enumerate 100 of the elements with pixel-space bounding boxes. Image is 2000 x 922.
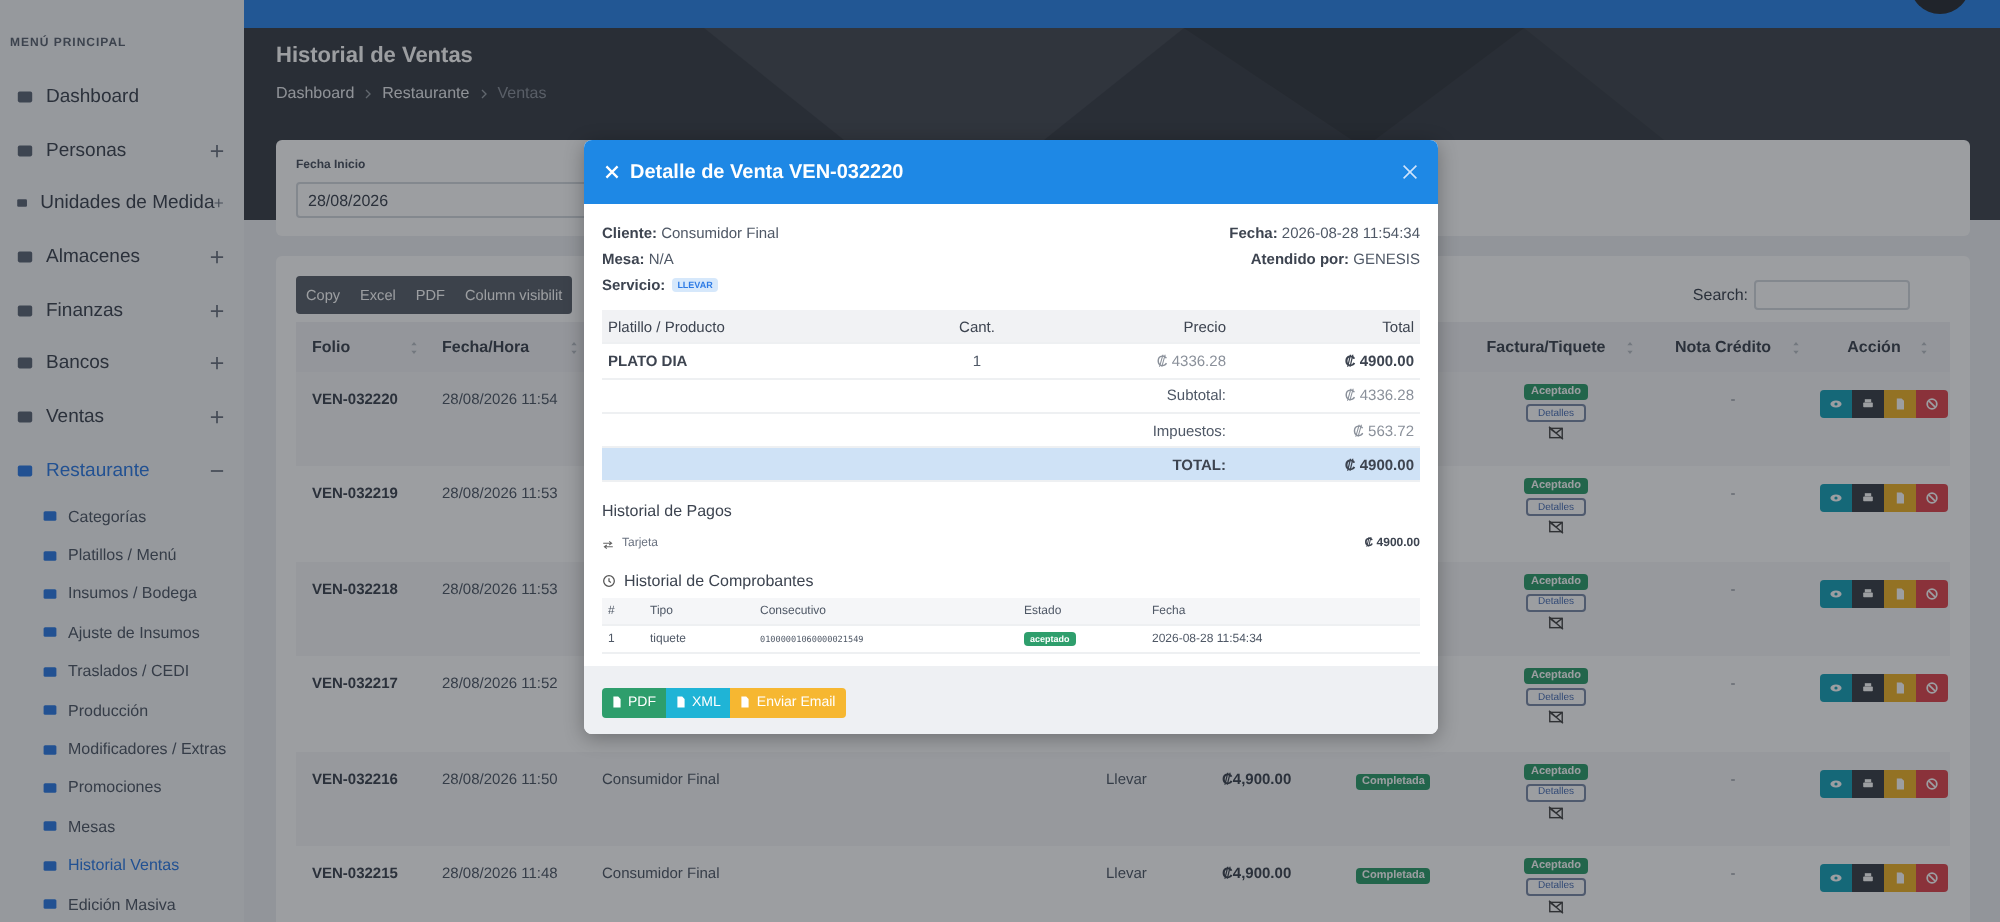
square-icon bbox=[42, 702, 58, 719]
document-icon bbox=[1892, 680, 1908, 697]
print-button[interactable] bbox=[1852, 863, 1884, 892]
sidebar-item[interactable]: Almacenes bbox=[0, 230, 244, 284]
plus-icon[interactable] bbox=[210, 249, 224, 264]
close-icon[interactable] bbox=[1402, 164, 1418, 180]
printer-icon bbox=[1860, 585, 1876, 602]
square-icon bbox=[42, 663, 58, 680]
envelope-slash-icon[interactable] bbox=[1548, 805, 1564, 820]
cancel-button[interactable] bbox=[1916, 484, 1948, 513]
dialog-title: Detalle de Venta VEN-032220 bbox=[630, 161, 906, 183]
submenu-item[interactable]: Platillos / Menú bbox=[0, 535, 244, 575]
envelope-slash-icon[interactable] bbox=[1548, 520, 1564, 535]
square-icon bbox=[16, 194, 29, 213]
document-icon bbox=[1892, 585, 1908, 602]
column-header[interactable]: Factura/Tiquete bbox=[1486, 338, 1606, 356]
chevron-icon bbox=[479, 87, 488, 99]
eye-icon bbox=[1828, 680, 1844, 697]
envelope-slash-icon[interactable] bbox=[1548, 615, 1564, 630]
sidebar-item[interactable]: Restaurante bbox=[0, 443, 244, 497]
submenu-item[interactable]: Edición Masiva bbox=[0, 884, 244, 922]
square-icon bbox=[42, 741, 58, 758]
printer-icon bbox=[1860, 680, 1876, 697]
view-button[interactable] bbox=[1820, 863, 1852, 892]
document-icon bbox=[740, 696, 751, 709]
sidebar-item[interactable]: Finanzas bbox=[0, 283, 244, 337]
cancel-button[interactable] bbox=[1916, 769, 1948, 798]
square-icon bbox=[16, 87, 34, 106]
envelope-slash-icon[interactable] bbox=[1548, 899, 1564, 914]
view-button[interactable] bbox=[1820, 579, 1852, 608]
avatar-icon[interactable] bbox=[1910, 0, 1970, 16]
column-header[interactable]: Folio bbox=[312, 338, 351, 356]
print-button[interactable] bbox=[1852, 769, 1884, 798]
submenu-item[interactable]: Traslados / CEDI bbox=[0, 652, 244, 691]
ban-icon bbox=[1924, 490, 1940, 507]
square-icon bbox=[42, 508, 58, 525]
square-icon bbox=[42, 547, 58, 564]
plus-icon[interactable] bbox=[214, 196, 224, 211]
cancel-button[interactable] bbox=[1916, 863, 1948, 892]
cancel-button[interactable] bbox=[1916, 674, 1948, 703]
square-icon bbox=[42, 585, 58, 602]
printer-icon bbox=[1860, 396, 1876, 412]
cancel-button[interactable] bbox=[1916, 390, 1948, 418]
print-button[interactable] bbox=[1852, 390, 1884, 418]
page-title: Historial de Ventas bbox=[276, 44, 475, 68]
submenu-item[interactable]: Historial Ventas bbox=[0, 846, 244, 885]
document-icon bbox=[1892, 869, 1908, 886]
view-button[interactable] bbox=[1820, 390, 1852, 418]
submenu-item[interactable]: Mesas bbox=[0, 807, 244, 847]
submenu-item[interactable]: Modificadores / Extras bbox=[0, 729, 244, 769]
ban-icon bbox=[1924, 869, 1940, 886]
print-button[interactable] bbox=[1852, 674, 1884, 703]
submenu-item[interactable]: Producción bbox=[0, 690, 244, 730]
print-button[interactable] bbox=[1852, 579, 1884, 608]
view-button[interactable] bbox=[1820, 769, 1852, 798]
square-icon bbox=[42, 818, 58, 835]
square-icon bbox=[42, 779, 58, 796]
plus-icon[interactable] bbox=[210, 143, 224, 158]
clock-icon bbox=[602, 574, 616, 589]
printer-icon bbox=[1860, 869, 1876, 886]
submenu-item[interactable]: Promociones bbox=[0, 768, 244, 808]
exchange-icon bbox=[602, 539, 614, 550]
column-header[interactable]: Fecha/Hora bbox=[442, 338, 530, 356]
envelope-slash-icon[interactable] bbox=[1548, 710, 1564, 725]
envelope-slash-icon[interactable] bbox=[1548, 426, 1564, 440]
submenu-item[interactable]: Categorías bbox=[0, 497, 244, 536]
square-icon bbox=[16, 407, 34, 426]
search-field[interactable] bbox=[1754, 280, 1910, 310]
submenu-item[interactable]: Ajuste de Insumos bbox=[0, 613, 244, 653]
ban-icon bbox=[1924, 680, 1940, 697]
document-icon bbox=[1892, 396, 1908, 412]
cancel-button[interactable] bbox=[1916, 579, 1948, 608]
square-icon bbox=[16, 301, 34, 320]
plus-icon[interactable] bbox=[210, 303, 224, 318]
eye-icon bbox=[1828, 396, 1844, 412]
column-header[interactable]: Nota Crédito bbox=[1675, 338, 1771, 356]
sidebar-item[interactable]: Unidades de Medida bbox=[0, 176, 244, 231]
square-icon bbox=[42, 896, 58, 913]
breadcrumb-link[interactable]: Restaurante bbox=[382, 84, 470, 102]
ban-icon bbox=[1924, 775, 1940, 792]
view-button[interactable] bbox=[1820, 484, 1852, 513]
printer-icon bbox=[1860, 775, 1876, 792]
column-header[interactable]: Acción bbox=[1847, 338, 1901, 356]
sidebar-item[interactable]: Personas bbox=[0, 123, 244, 177]
square-icon bbox=[42, 624, 58, 641]
ban-icon bbox=[1924, 585, 1940, 602]
sidebar-item[interactable]: Dashboard bbox=[0, 70, 244, 124]
eye-icon bbox=[1828, 775, 1844, 792]
sidebar-item[interactable]: Ventas bbox=[0, 390, 244, 444]
sidebar-item[interactable]: Bancos bbox=[0, 336, 244, 391]
square-icon bbox=[16, 461, 34, 480]
eye-icon bbox=[1828, 869, 1844, 886]
section-title: Historial de Pagos bbox=[602, 502, 734, 521]
plus-icon[interactable] bbox=[210, 356, 224, 371]
plus-icon[interactable] bbox=[210, 409, 224, 424]
document-icon bbox=[612, 696, 622, 709]
submenu-item[interactable]: Insumos / Bodega bbox=[0, 574, 244, 614]
breadcrumb-link[interactable]: Dashboard bbox=[276, 84, 355, 102]
print-button[interactable] bbox=[1852, 484, 1884, 513]
view-button[interactable] bbox=[1820, 674, 1852, 703]
